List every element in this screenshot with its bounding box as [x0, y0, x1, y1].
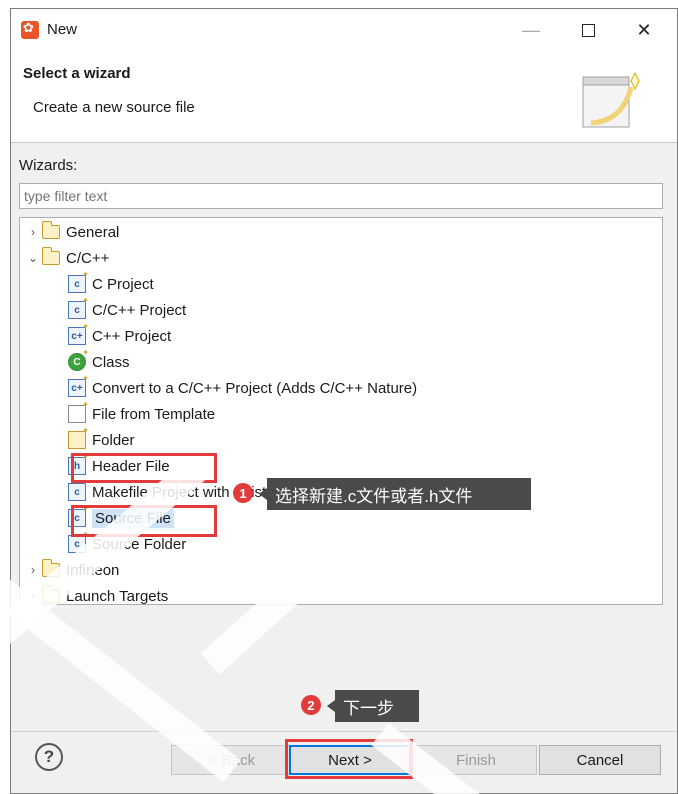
close-icon: ✕: [636, 19, 652, 40]
tree-item-label: Folder: [92, 431, 135, 449]
chevron-right-icon[interactable]: ›: [26, 563, 40, 577]
tree-item-folder[interactable]: Folder: [68, 426, 135, 452]
close-button[interactable]: ✕: [621, 9, 667, 51]
folder-icon: [42, 247, 60, 265]
cplusplus-project-icon: c+: [68, 322, 89, 345]
step1-badge: 1: [233, 483, 253, 503]
button-bar-divider: [11, 731, 677, 732]
tree-item-label: C Project: [92, 275, 154, 293]
tree-item-cpp[interactable]: ⌄ C/C++: [26, 246, 109, 270]
title-bar: New — ✕: [11, 9, 677, 51]
step1-callout: 选择新建.c文件或者.h文件: [259, 478, 531, 510]
step2-callout: 下一步: [327, 690, 419, 722]
maximize-icon: [581, 23, 595, 37]
chevron-down-icon[interactable]: ⌄: [26, 251, 40, 265]
tree-item-label: File from Template: [92, 405, 216, 423]
tree-item-c-project[interactable]: c C Project: [68, 270, 154, 296]
minimize-icon: —: [522, 19, 540, 40]
tree-item-label: C/C++ Project: [92, 301, 187, 319]
tree-item-class[interactable]: C Class: [68, 348, 130, 374]
folder-icon: [68, 426, 89, 449]
step2-badge: 2: [301, 695, 321, 715]
app-icon: [21, 20, 39, 39]
wizard-header: Select a wizard Create a new source file: [11, 51, 677, 143]
wizards-label: Wizards:: [19, 157, 78, 174]
help-button[interactable]: ?: [35, 743, 63, 771]
filter-input[interactable]: [19, 183, 663, 209]
tree-item-label: C/C++: [66, 249, 110, 267]
tree-item-label: General: [66, 223, 120, 241]
chevron-right-icon[interactable]: ›: [26, 225, 40, 239]
tree-item-cplusplus-project[interactable]: c+ C++ Project: [68, 322, 172, 348]
cancel-button[interactable]: Cancel: [539, 745, 661, 775]
cpp-project-icon: c: [68, 296, 89, 319]
header-description: Create a new source file: [33, 99, 195, 116]
maximize-button[interactable]: [565, 9, 611, 51]
c-project-icon: c: [68, 270, 89, 293]
makefile-icon: c: [68, 478, 89, 501]
tree-item-label: Convert to a C/C++ Project (Adds C/C++ N…: [92, 379, 418, 397]
tree-item-label: C++ Project: [92, 327, 172, 345]
window-title: New: [47, 21, 78, 38]
folder-icon: [42, 221, 60, 239]
convert-icon: c+: [68, 374, 89, 397]
class-icon: C: [68, 348, 89, 371]
tree-item-convert[interactable]: c+ Convert to a C/C++ Project (Adds C/C+…: [68, 374, 418, 400]
tree-item-label: Class: [92, 353, 130, 371]
file-template-icon: [68, 400, 89, 423]
tree-item-file-template[interactable]: File from Template: [68, 400, 216, 426]
minimize-button[interactable]: —: [508, 9, 554, 51]
tree-item-cpp-project[interactable]: c C/C++ Project: [68, 296, 187, 322]
tree-item-general[interactable]: › General: [26, 220, 119, 244]
tree-item-label: Launch Targets: [66, 587, 169, 605]
wizard-banner-icon: [582, 71, 640, 128]
header-title: Select a wizard: [23, 65, 131, 82]
